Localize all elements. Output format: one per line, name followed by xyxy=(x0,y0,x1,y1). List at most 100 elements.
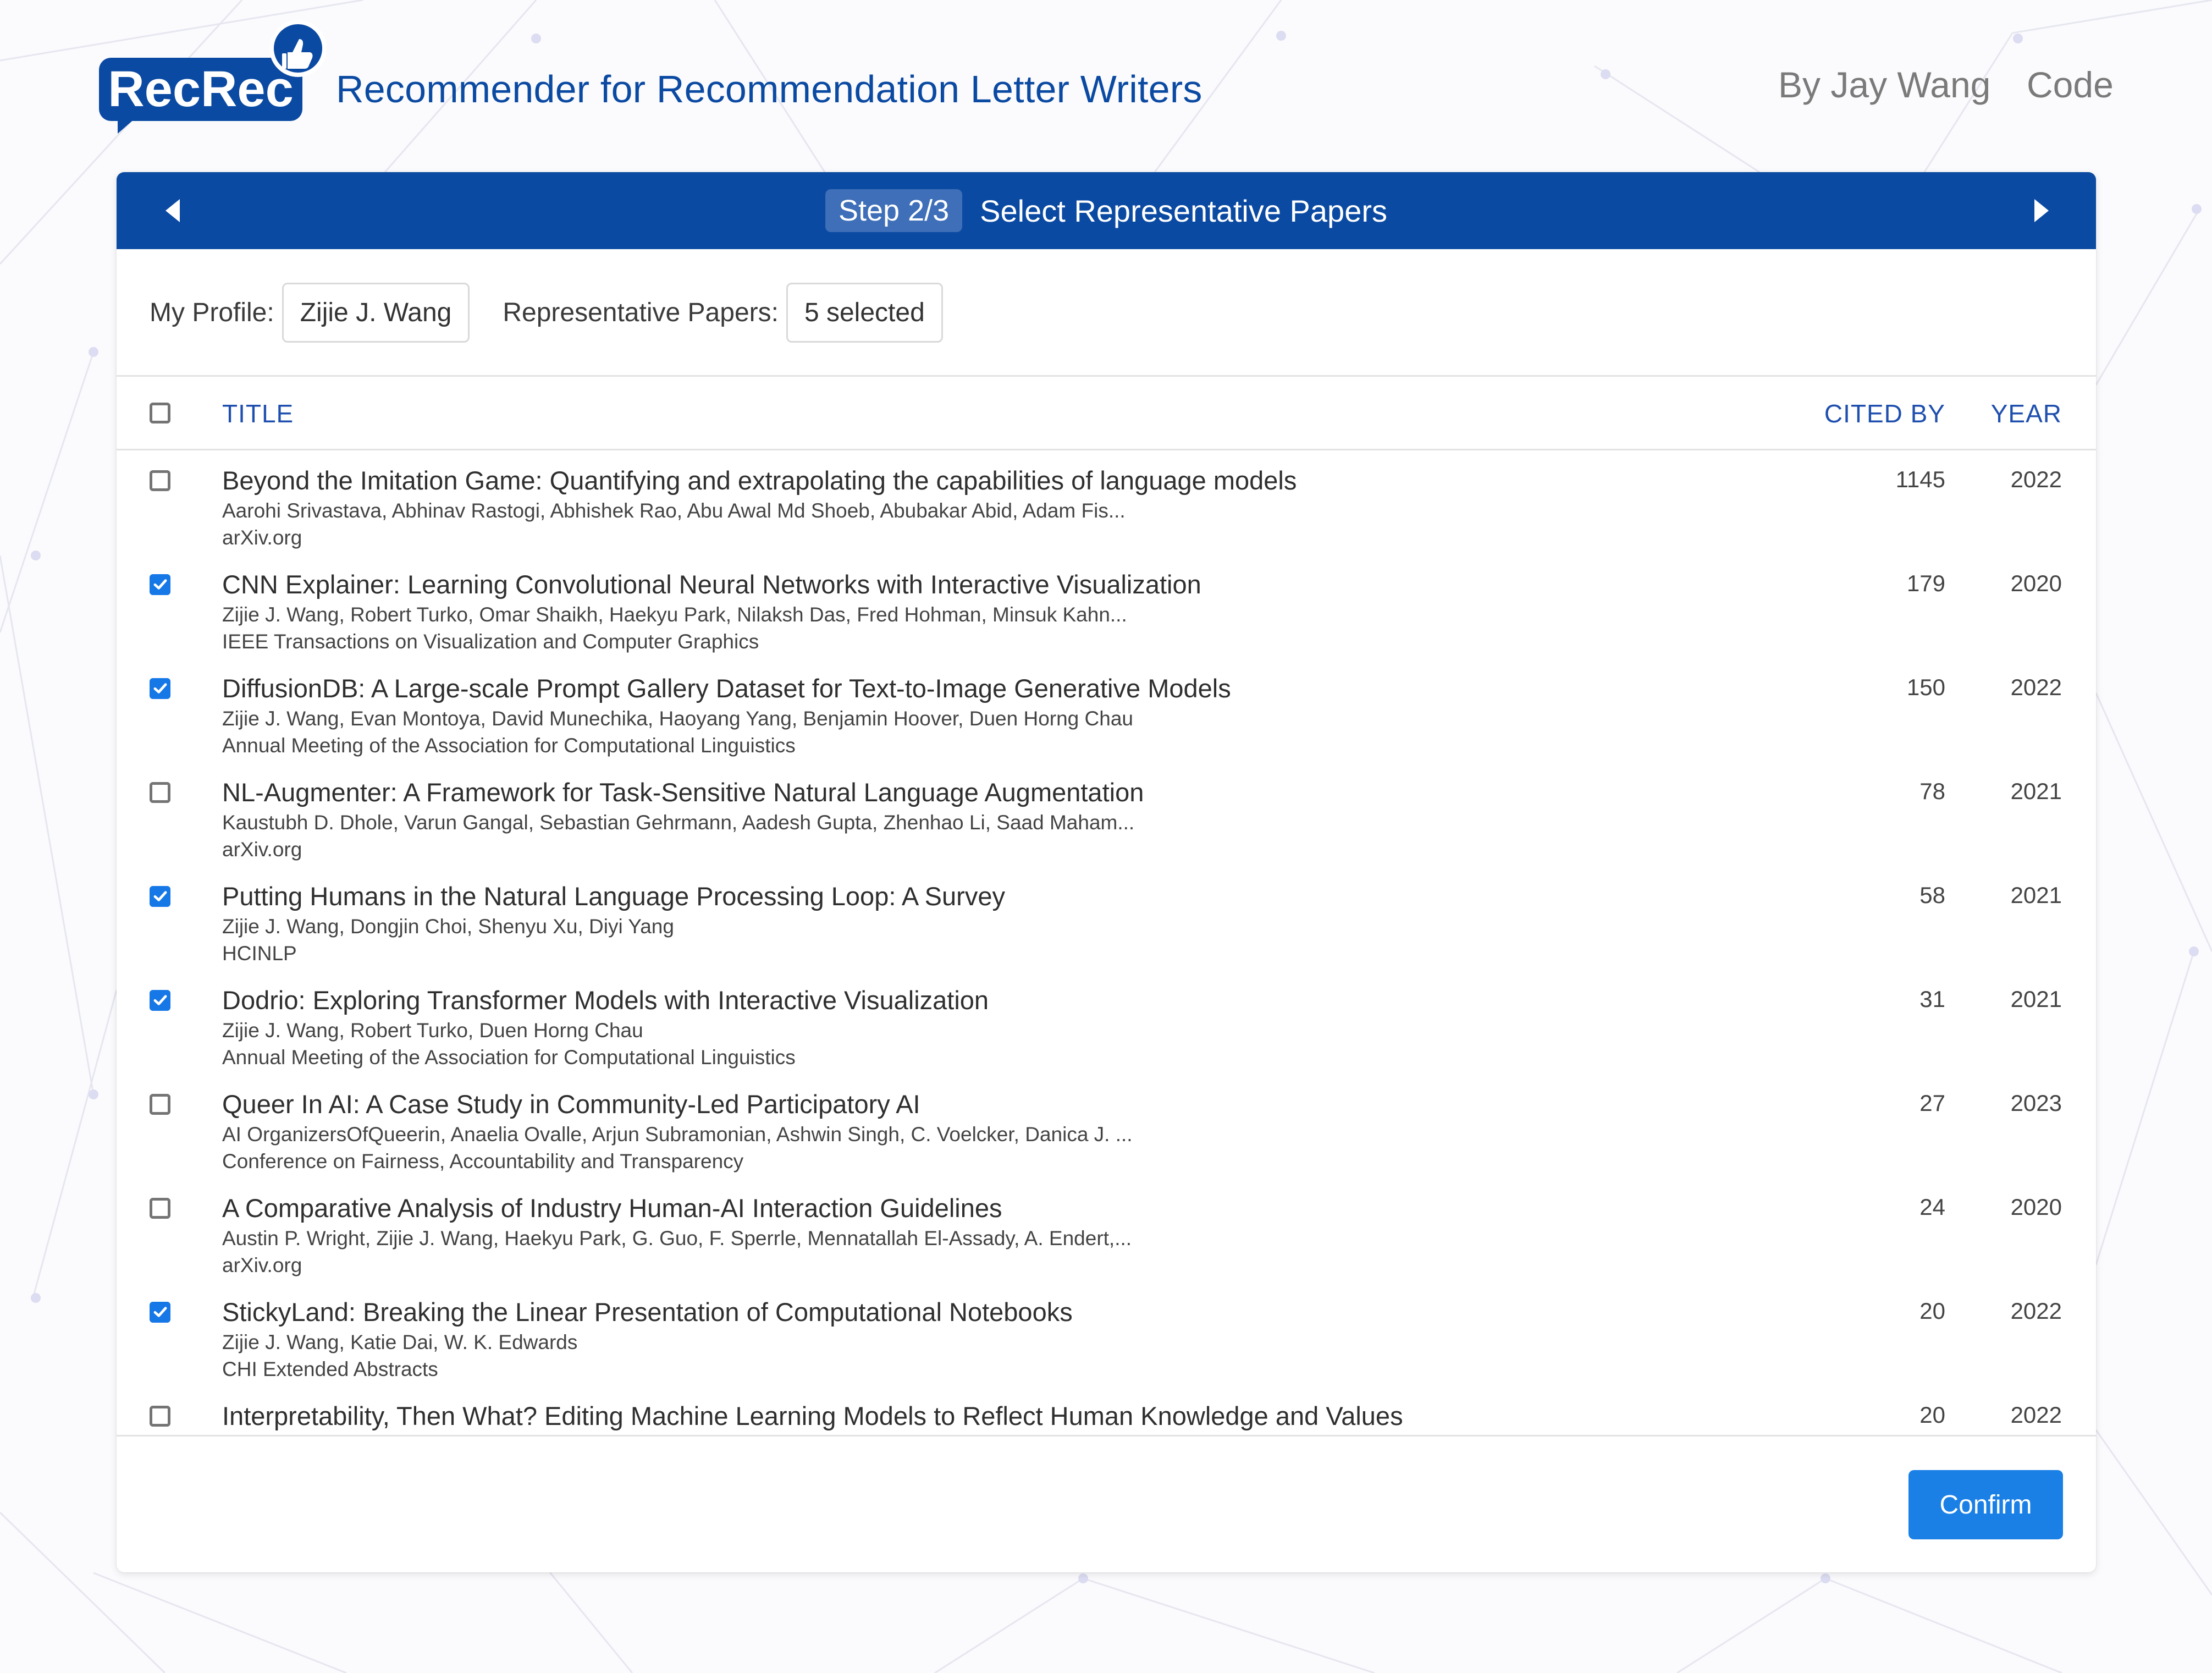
table-row[interactable]: Interpretability, Then What? Editing Mac… xyxy=(117,1385,2096,1434)
paper-list: Beyond the Imitation Game: Quantifying a… xyxy=(117,450,2096,1434)
divider xyxy=(117,375,2096,377)
row-checkbox[interactable] xyxy=(150,1198,170,1219)
paper-year: 2021 xyxy=(2010,986,2062,1012)
paper-cited-count: 27 xyxy=(1919,1090,1945,1116)
paper-authors: Zijie J. Wang, Evan Montoya, David Munec… xyxy=(222,707,1133,730)
paper-authors: Zijie J. Wang, Robert Turko, Duen Horng … xyxy=(222,1019,643,1042)
paper-cited-count: 150 xyxy=(1906,674,1945,700)
table-row[interactable]: A Comparative Analysis of Industry Human… xyxy=(117,1177,2096,1282)
recrec-logo: RecRec xyxy=(99,19,330,135)
table-row[interactable]: StickyLand: Breaking the Linear Presenta… xyxy=(117,1281,2096,1386)
code-link[interactable]: Code xyxy=(2027,64,2114,106)
paper-venue: Annual Meeting of the Association for Co… xyxy=(222,1046,796,1069)
paper-year: 2021 xyxy=(2010,778,2062,804)
paper-authors: Zijie J. Wang, Dongjin Choi, Shenyu Xu, … xyxy=(222,915,674,938)
row-checkbox[interactable] xyxy=(150,1094,170,1115)
step-header: Step 2/3 Select Representative Papers xyxy=(117,172,2096,249)
paper-year: 2021 xyxy=(2010,882,2062,908)
table-row[interactable]: NL-Augmenter: A Framework for Task-Sensi… xyxy=(117,762,2096,866)
paper-year: 2022 xyxy=(2010,466,2062,492)
checkmark-icon xyxy=(153,579,167,590)
arrow-left-icon xyxy=(166,199,180,222)
paper-venue: IEEE Transactions on Visualization and C… xyxy=(222,630,759,653)
paper-title: A Comparative Analysis of Industry Human… xyxy=(222,1193,1002,1223)
step-badge: Step 2/3 xyxy=(825,189,963,232)
row-checkbox[interactable] xyxy=(150,886,170,907)
paper-venue: Conference on Fairness, Accountability a… xyxy=(222,1150,744,1173)
paper-authors: Aarohi Srivastava, Abhinav Rastogi, Abhi… xyxy=(222,499,1126,522)
paper-title: Dodrio: Exploring Transformer Models wit… xyxy=(222,986,989,1015)
select-all-checkbox[interactable] xyxy=(150,403,170,423)
paper-cited-count: 179 xyxy=(1906,570,1945,596)
paper-authors: Austin P. Wright, Zijie J. Wang, Haekyu … xyxy=(222,1227,1132,1250)
paper-cited-count: 20 xyxy=(1919,1298,1945,1324)
paper-venue: arXiv.org xyxy=(222,1254,302,1276)
table-row[interactable]: CNN Explainer: Learning Convolutional Ne… xyxy=(117,554,2096,658)
table-row[interactable]: Putting Humans in the Natural Language P… xyxy=(117,866,2096,970)
paper-year: 2020 xyxy=(2010,570,2062,596)
paper-cited-count: 58 xyxy=(1919,882,1945,908)
row-checkbox[interactable] xyxy=(150,574,170,595)
row-checkbox[interactable] xyxy=(150,1406,170,1427)
paper-year: 2022 xyxy=(2010,1402,2062,1428)
papers-selected-count[interactable]: 5 selected xyxy=(786,282,943,343)
header-cited-by[interactable]: CITED BY xyxy=(1824,399,1945,428)
row-checkbox[interactable] xyxy=(150,1302,170,1323)
paper-venue: HCINLP xyxy=(222,942,297,965)
header-year[interactable]: YEAR xyxy=(1991,399,2062,428)
paper-title: Putting Humans in the Natural Language P… xyxy=(222,882,1005,911)
row-checkbox[interactable] xyxy=(150,782,170,803)
header-title[interactable]: TITLE xyxy=(222,399,294,428)
profile-label: My Profile: xyxy=(150,298,274,327)
table-row[interactable]: DiffusionDB: A Large-scale Prompt Galler… xyxy=(117,658,2096,762)
paper-year: 2022 xyxy=(2010,674,2062,700)
paper-title: Interpretability, Then What? Editing Mac… xyxy=(222,1401,1403,1430)
previous-step-button[interactable] xyxy=(145,183,200,238)
checkmark-icon xyxy=(153,683,167,694)
row-checkbox[interactable] xyxy=(150,470,170,491)
paper-cited-count: 31 xyxy=(1919,986,1945,1012)
paper-authors: Kaustubh D. Dhole, Varun Gangal, Sebasti… xyxy=(222,811,1135,834)
paper-venue: arXiv.org xyxy=(222,526,302,549)
table-row[interactable]: Beyond the Imitation Game: Quantifying a… xyxy=(117,450,2096,554)
arrow-right-icon xyxy=(2034,199,2049,222)
paper-cited-count: 78 xyxy=(1919,778,1945,804)
table-row[interactable]: Dodrio: Exploring Transformer Models wit… xyxy=(117,970,2096,1074)
paper-year: 2022 xyxy=(2010,1298,2062,1324)
step-title: Select Representative Papers xyxy=(980,193,1387,228)
profile-row: My Profile: Zijie J. Wang Representative… xyxy=(150,282,943,343)
divider xyxy=(117,1435,2096,1437)
paper-cited-count: 24 xyxy=(1919,1194,1945,1220)
row-checkbox[interactable] xyxy=(150,990,170,1011)
profile-selector[interactable]: Zijie J. Wang xyxy=(282,282,470,343)
paper-title: CNN Explainer: Learning Convolutional Ne… xyxy=(222,570,1201,599)
confirm-button[interactable]: Confirm xyxy=(1908,1470,2063,1539)
paper-title: DiffusionDB: A Large-scale Prompt Galler… xyxy=(222,674,1231,703)
table-row[interactable]: Queer In AI: A Case Study in Community-L… xyxy=(117,1074,2096,1178)
checkmark-icon xyxy=(153,891,167,901)
paper-cited-count: 20 xyxy=(1919,1402,1945,1428)
paper-authors: Zijie J. Wang, Katie Dai, W. K. Edwards xyxy=(222,1331,578,1353)
paper-title: StickyLand: Breaking the Linear Presenta… xyxy=(222,1297,1073,1327)
paper-title: Beyond the Imitation Game: Quantifying a… xyxy=(222,466,1297,495)
paper-venue: CHI Extended Abstracts xyxy=(222,1358,438,1380)
paper-venue: Annual Meeting of the Association for Co… xyxy=(222,734,796,757)
paper-title: NL-Augmenter: A Framework for Task-Sensi… xyxy=(222,778,1144,807)
paper-selection-panel: Step 2/3 Select Representative Papers My… xyxy=(117,172,2096,1572)
checkmark-icon xyxy=(153,995,167,1005)
paper-cited-count: 1145 xyxy=(1895,466,1945,492)
paper-year: 2023 xyxy=(2010,1090,2062,1116)
paper-authors: AI OrganizersOfQueerin, Anaelia Ovalle, … xyxy=(222,1123,1133,1146)
checkmark-icon xyxy=(153,1307,167,1317)
app-title: Recommender for Recommendation Letter Wr… xyxy=(336,68,1202,111)
next-step-button[interactable] xyxy=(2014,183,2068,238)
papers-label: Representative Papers: xyxy=(503,298,779,327)
row-checkbox[interactable] xyxy=(150,678,170,699)
paper-title: Queer In AI: A Case Study in Community-L… xyxy=(222,1089,920,1119)
thumbs-up-icon xyxy=(269,20,327,77)
paper-venue: arXiv.org xyxy=(222,838,302,861)
paper-year: 2020 xyxy=(2010,1194,2062,1220)
author-link[interactable]: By Jay Wang xyxy=(1778,64,1990,106)
logo-text: RecRec xyxy=(108,61,294,117)
paper-authors: Zijie J. Wang, Robert Turko, Omar Shaikh… xyxy=(222,603,1127,626)
